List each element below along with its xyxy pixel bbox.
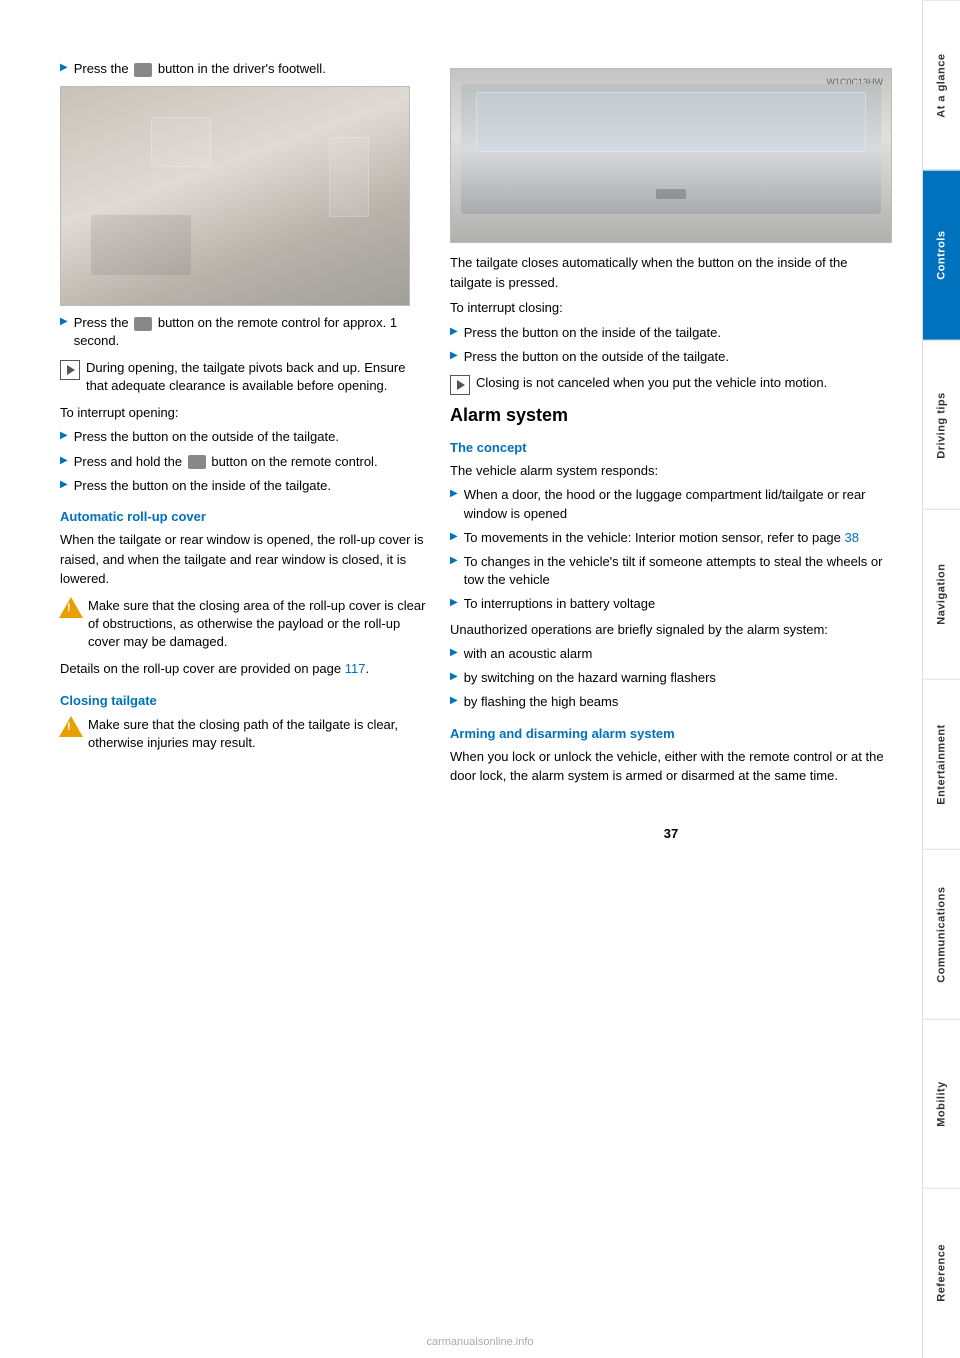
unauth-arrow-3-icon: ▶	[450, 694, 458, 708]
concept-bullet-2: ▶ To movements in the vehicle: Interior …	[450, 529, 892, 547]
interrupt-bullet-2-text: Press and hold the button on the remote …	[74, 453, 430, 471]
right-column: W1C0C13HW The tailgate closes automatica…	[450, 60, 892, 1298]
tailgate-auto-text: The tailgate closes automatically when t…	[450, 253, 892, 292]
note-open-text: During opening, the tailgate pivots back…	[86, 359, 430, 395]
note-closing-box: Closing is not canceled when you put the…	[450, 374, 892, 395]
warning-shape	[59, 597, 83, 618]
sidebar-item-at-a-glance[interactable]: At a glance	[923, 0, 960, 170]
concept-bullet-4-text: To interruptions in battery voltage	[464, 595, 892, 613]
bullet-arrow-icon: ▶	[60, 61, 68, 75]
interrupt-bullet-1-text: Press the button on the outside of the t…	[74, 428, 430, 446]
closing-play-arrow	[457, 380, 465, 390]
sidebar-item-entertainment[interactable]: Entertainment	[923, 679, 960, 849]
concept-bullet-3: ▶ To changes in the vehicle's tilt if so…	[450, 553, 892, 589]
sidebar-item-communications[interactable]: Communications	[923, 849, 960, 1019]
warning-closing-shape	[59, 716, 83, 737]
concept-bullet-3-text: To changes in the vehicle's tilt if some…	[464, 553, 892, 589]
concept-bullet-2-text: To movements in the vehicle: Interior mo…	[464, 529, 892, 547]
closing-arrow-2-icon: ▶	[450, 349, 458, 363]
unauth-arrow-2-icon: ▶	[450, 670, 458, 684]
interrupt-bullet-1: ▶ Press the button on the outside of the…	[60, 428, 430, 446]
rollup-details-text: Details on the roll-up cover are provide…	[60, 659, 430, 679]
arming-heading: Arming and disarming alarm system	[450, 726, 892, 741]
note-closing-play-icon	[450, 375, 470, 395]
page-117-link[interactable]: 117	[345, 661, 366, 676]
play-arrow-icon	[67, 365, 75, 375]
interrupt-heading: To interrupt opening:	[60, 403, 430, 423]
concept-bullet-1-text: When a door, the hood or the luggage com…	[464, 486, 892, 522]
closing-bullet-2: ▶ Press the button on the outside of the…	[450, 348, 892, 366]
unauthorized-bullet-1-text: with an acoustic alarm	[464, 645, 892, 663]
bullet-arrow-4-icon: ▶	[60, 454, 68, 468]
concept-arrow-2-icon: ▶	[450, 530, 458, 544]
page-container: ▶ Press the button in the driver's footw…	[0, 0, 960, 1358]
sidebar-label-entertainment: Entertainment	[936, 724, 948, 804]
sidebar-item-mobility[interactable]: Mobility	[923, 1019, 960, 1189]
bullet2: ▶ Press the button on the remote control…	[60, 314, 430, 350]
concept-arrow-3-icon: ▶	[450, 554, 458, 568]
page-number: 37	[450, 826, 892, 841]
tailgate-image: W1C0C13HW	[450, 68, 892, 243]
sidebar-label-navigation: Navigation	[936, 564, 948, 625]
note-open-box: During opening, the tailgate pivots back…	[60, 359, 430, 395]
concept-bullet-4: ▶ To interruptions in battery voltage	[450, 595, 892, 613]
bullet-arrow-5-icon: ▶	[60, 478, 68, 492]
bullet-arrow-2-icon: ▶	[60, 315, 68, 329]
bullet-arrow-3-icon: ▶	[60, 429, 68, 443]
concept-arrow-1-icon: ▶	[450, 487, 458, 501]
sidebar-label-reference: Reference	[936, 1245, 948, 1303]
closing-tailgate-heading: Closing tailgate	[60, 693, 430, 708]
sidebar-label-controls: Controls	[936, 231, 948, 280]
interrupt-bullet-2: ▶ Press and hold the button on the remot…	[60, 453, 430, 471]
bottom-watermark: carmanualsonline.info	[426, 1336, 533, 1348]
unauthorized-text: Unauthorized operations are briefly sign…	[450, 620, 892, 640]
auto-rollup-text: When the tailgate or rear window is open…	[60, 530, 430, 589]
concept-heading: The concept	[450, 440, 892, 455]
closing-bullet-1: ▶ Press the button on the inside of the …	[450, 324, 892, 342]
closing-arrow-1-icon: ▶	[450, 325, 458, 339]
unauthorized-bullet-3: ▶ by flashing the high beams	[450, 693, 892, 711]
interrupt-closing-heading: To interrupt closing:	[450, 298, 892, 318]
unauthorized-bullet-2-text: by switching on the hazard warning flash…	[464, 669, 892, 687]
concept-arrow-4-icon: ▶	[450, 596, 458, 610]
left-column: ▶ Press the button in the driver's footw…	[60, 60, 430, 1298]
closing-bullet-2-text: Press the button on the outside of the t…	[464, 348, 892, 366]
intro-bullet: ▶ Press the button in the driver's footw…	[60, 60, 430, 78]
warning-closing-box: Make sure that the closing path of the t…	[60, 716, 430, 752]
car-interior-image: P31CCHAW	[60, 86, 410, 306]
sidebar-item-controls[interactable]: Controls	[923, 170, 960, 340]
warning-closing-text: Make sure that the closing path of the t…	[88, 716, 430, 752]
alarm-system-title: Alarm system	[450, 405, 892, 426]
concept-intro-text: The vehicle alarm system responds:	[450, 461, 892, 481]
note-closing-text: Closing is not canceled when you put the…	[476, 374, 892, 392]
sidebar-label-communications: Communications	[936, 886, 948, 982]
warning-rollup-text: Make sure that the closing area of the r…	[88, 597, 430, 652]
sidebar: At a glance Controls Driving tips Naviga…	[922, 0, 960, 1358]
sidebar-label-mobility: Mobility	[936, 1081, 948, 1127]
interrupt-bullet-3: ▶ Press the button on the inside of the …	[60, 477, 430, 495]
auto-rollup-heading: Automatic roll-up cover	[60, 509, 430, 524]
interrupt-bullet-3-text: Press the button on the inside of the ta…	[74, 477, 430, 495]
warning-rollup-box: Make sure that the closing area of the r…	[60, 597, 430, 652]
warning-triangle-icon	[60, 597, 82, 619]
bullet2-text: Press the button on the remote control f…	[74, 314, 430, 350]
sidebar-label-at-a-glance: At a glance	[936, 53, 948, 117]
unauthorized-bullet-2: ▶ by switching on the hazard warning fla…	[450, 669, 892, 687]
unauth-arrow-1-icon: ▶	[450, 646, 458, 660]
intro-bullet-text: Press the button in the driver's footwel…	[74, 60, 430, 78]
sidebar-item-navigation[interactable]: Navigation	[923, 509, 960, 679]
closing-bullet-1-text: Press the button on the inside of the ta…	[464, 324, 892, 342]
sidebar-label-driving-tips: Driving tips	[936, 392, 948, 459]
sidebar-item-driving-tips[interactable]: Driving tips	[923, 340, 960, 510]
main-content: ▶ Press the button in the driver's footw…	[0, 0, 922, 1358]
sidebar-item-reference[interactable]: Reference	[923, 1188, 960, 1358]
unauthorized-bullet-1: ▶ with an acoustic alarm	[450, 645, 892, 663]
warning-closing-icon	[60, 716, 82, 738]
arming-text: When you lock or unlock the vehicle, eit…	[450, 747, 892, 786]
concept-bullet-1: ▶ When a door, the hood or the luggage c…	[450, 486, 892, 522]
note-play-icon	[60, 360, 80, 380]
page-38-link[interactable]: 38	[845, 530, 859, 545]
unauthorized-bullet-3-text: by flashing the high beams	[464, 693, 892, 711]
